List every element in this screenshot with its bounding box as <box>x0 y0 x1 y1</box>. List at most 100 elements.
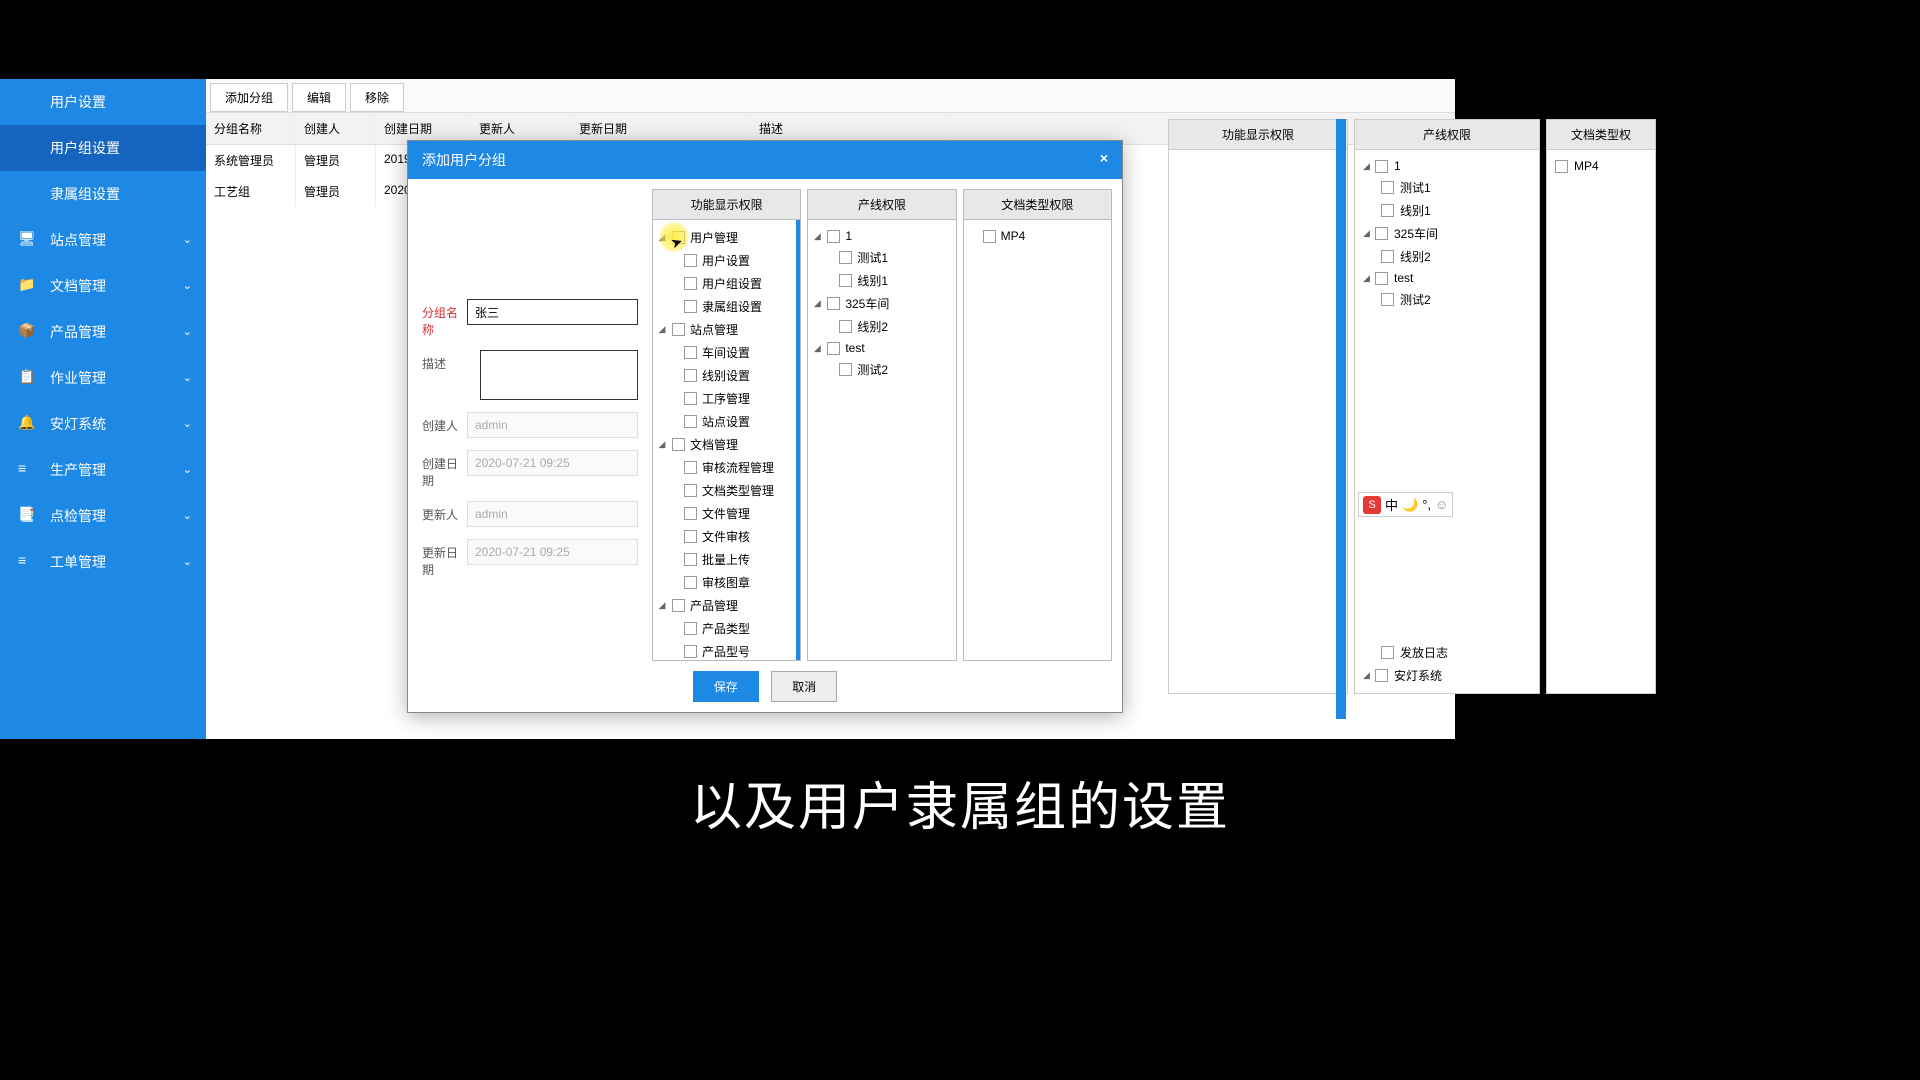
tree-node[interactable]: 工序管理 <box>657 387 792 410</box>
sidebar-item-job-mgmt[interactable]: 📋作业管理⌄ <box>0 355 206 401</box>
tree-node[interactable]: 线别设置 <box>657 364 792 387</box>
tree-node[interactable]: MP4 <box>968 226 1107 246</box>
sidebar-item-workorder-mgmt[interactable]: ≡工单管理⌄ <box>0 539 206 585</box>
sidebar-item-user-settings[interactable]: 用户设置 <box>0 79 206 125</box>
close-icon[interactable]: × <box>1100 150 1108 170</box>
tree-node[interactable]: ◢test <box>1359 268 1535 288</box>
tree-node[interactable]: 车间设置 <box>657 341 792 364</box>
checkbox[interactable] <box>1381 646 1394 659</box>
checkbox[interactable] <box>684 277 697 290</box>
collapse-icon[interactable]: ◢ <box>812 298 822 309</box>
remove-button[interactable]: 移除 <box>350 83 404 112</box>
checkbox[interactable] <box>684 576 697 589</box>
tree-node[interactable]: 批量上传 <box>657 548 792 571</box>
sidebar-item-product-mgmt[interactable]: 📦产品管理⌄ <box>0 309 206 355</box>
tree-node[interactable]: ◢325车间 <box>812 292 951 315</box>
tree-node[interactable]: ◢文档管理 <box>657 433 792 456</box>
tree-node[interactable]: ◢1 <box>812 226 951 246</box>
ime-punct[interactable]: °, <box>1422 497 1431 512</box>
checkbox[interactable] <box>1375 160 1388 173</box>
tree-node[interactable]: 用户设置 <box>657 249 792 272</box>
tree-node[interactable]: 测试1 <box>812 246 951 269</box>
face-icon[interactable]: ☺ <box>1435 497 1448 512</box>
checkbox[interactable] <box>983 230 996 243</box>
checkbox[interactable] <box>1555 160 1568 173</box>
checkbox[interactable] <box>684 622 697 635</box>
add-group-button[interactable]: 添加分组 <box>210 83 288 112</box>
tree-node[interactable]: 线别1 <box>812 269 951 292</box>
checkbox[interactable] <box>672 599 685 612</box>
checkbox[interactable] <box>684 530 697 543</box>
group-name-input[interactable] <box>467 299 638 325</box>
checkbox[interactable] <box>684 369 697 382</box>
tree-node[interactable]: 线别2 <box>1359 245 1535 268</box>
collapse-icon[interactable]: ◢ <box>1363 161 1375 172</box>
edit-button[interactable]: 编辑 <box>292 83 346 112</box>
save-button[interactable]: 保存 <box>693 671 759 702</box>
modal-titlebar[interactable]: 添加用户分组 × <box>408 141 1122 179</box>
checkbox[interactable] <box>684 254 697 267</box>
checkbox[interactable] <box>1381 293 1394 306</box>
checkbox[interactable] <box>684 461 697 474</box>
checkbox[interactable] <box>1375 669 1388 682</box>
checkbox[interactable] <box>684 300 697 313</box>
tree-node[interactable]: ◢安灯系统 <box>1359 664 1535 687</box>
checkbox[interactable] <box>684 392 697 405</box>
sidebar-item-usergroup-settings[interactable]: 用户组设置 <box>0 125 206 171</box>
checkbox[interactable] <box>1375 227 1388 240</box>
tree-node[interactable]: 审核图章 <box>657 571 792 594</box>
tree-node[interactable]: ◢325车间 <box>1359 222 1535 245</box>
checkbox[interactable] <box>672 438 685 451</box>
sidebar-item-site-mgmt[interactable]: 🖥站点管理⌄ <box>0 217 206 263</box>
moon-icon[interactable]: 🌙 <box>1402 497 1418 513</box>
checkbox[interactable] <box>684 553 697 566</box>
tree-node[interactable]: ◢产品管理 <box>657 594 792 617</box>
tree-node[interactable]: 文件管理 <box>657 502 792 525</box>
collapse-icon[interactable]: ◢ <box>1363 273 1375 284</box>
checkbox[interactable] <box>684 484 697 497</box>
checkbox[interactable] <box>684 645 697 658</box>
tree-node[interactable]: 发放日志 <box>1359 641 1535 664</box>
sidebar-item-production-mgmt[interactable]: ≡生产管理⌄ <box>0 447 206 493</box>
scrollbar[interactable] <box>1336 119 1346 719</box>
collapse-icon[interactable]: ◢ <box>1363 670 1375 681</box>
tree-node[interactable]: 测试1 <box>1359 176 1535 199</box>
tree-node[interactable]: 站点设置 <box>657 410 792 433</box>
collapse-icon[interactable]: ◢ <box>657 600 667 611</box>
collapse-icon[interactable]: ◢ <box>812 231 822 242</box>
checkbox[interactable] <box>827 297 840 310</box>
sidebar-item-subgroup-settings[interactable]: 隶属组设置 <box>0 171 206 217</box>
collapse-icon[interactable]: ◢ <box>657 439 667 450</box>
tree-node[interactable]: 用户组设置 <box>657 272 792 295</box>
checkbox[interactable] <box>1381 204 1394 217</box>
collapse-icon[interactable]: ◢ <box>812 343 822 354</box>
ime-toolbar[interactable]: S 中 🌙 °, ☺ <box>1358 492 1453 517</box>
checkbox[interactable] <box>684 507 697 520</box>
checkbox[interactable] <box>827 342 840 355</box>
checkbox[interactable] <box>839 251 852 264</box>
checkbox[interactable] <box>684 415 697 428</box>
collapse-icon[interactable]: ◢ <box>657 324 667 335</box>
checkbox[interactable] <box>839 274 852 287</box>
tree-node[interactable]: ◢站点管理 <box>657 318 792 341</box>
tree-node[interactable]: ◢test <box>812 338 951 358</box>
tree-node[interactable]: ◢1 <box>1359 156 1535 176</box>
checkbox[interactable] <box>1375 272 1388 285</box>
checkbox[interactable] <box>1381 250 1394 263</box>
desc-input[interactable] <box>480 350 638 400</box>
tree-node[interactable]: 文档类型管理 <box>657 479 792 502</box>
checkbox[interactable] <box>827 230 840 243</box>
tree-node[interactable]: 审核流程管理 <box>657 456 792 479</box>
checkbox[interactable] <box>1381 181 1394 194</box>
checkbox[interactable] <box>684 346 697 359</box>
tree-node[interactable]: MP4 <box>1551 156 1651 176</box>
tree-node[interactable]: 隶属组设置 <box>657 295 792 318</box>
sidebar-item-andon[interactable]: 🔔安灯系统⌄ <box>0 401 206 447</box>
checkbox[interactable] <box>672 323 685 336</box>
tree-node[interactable]: 线别2 <box>812 315 951 338</box>
tree-node[interactable]: 产品类型 <box>657 617 792 640</box>
tree-node[interactable]: 线别1 <box>1359 199 1535 222</box>
tree-node[interactable]: 测试2 <box>1359 288 1535 311</box>
sidebar-item-inspect-mgmt[interactable]: 📑点检管理⌄ <box>0 493 206 539</box>
tree-node[interactable]: 测试2 <box>812 358 951 381</box>
